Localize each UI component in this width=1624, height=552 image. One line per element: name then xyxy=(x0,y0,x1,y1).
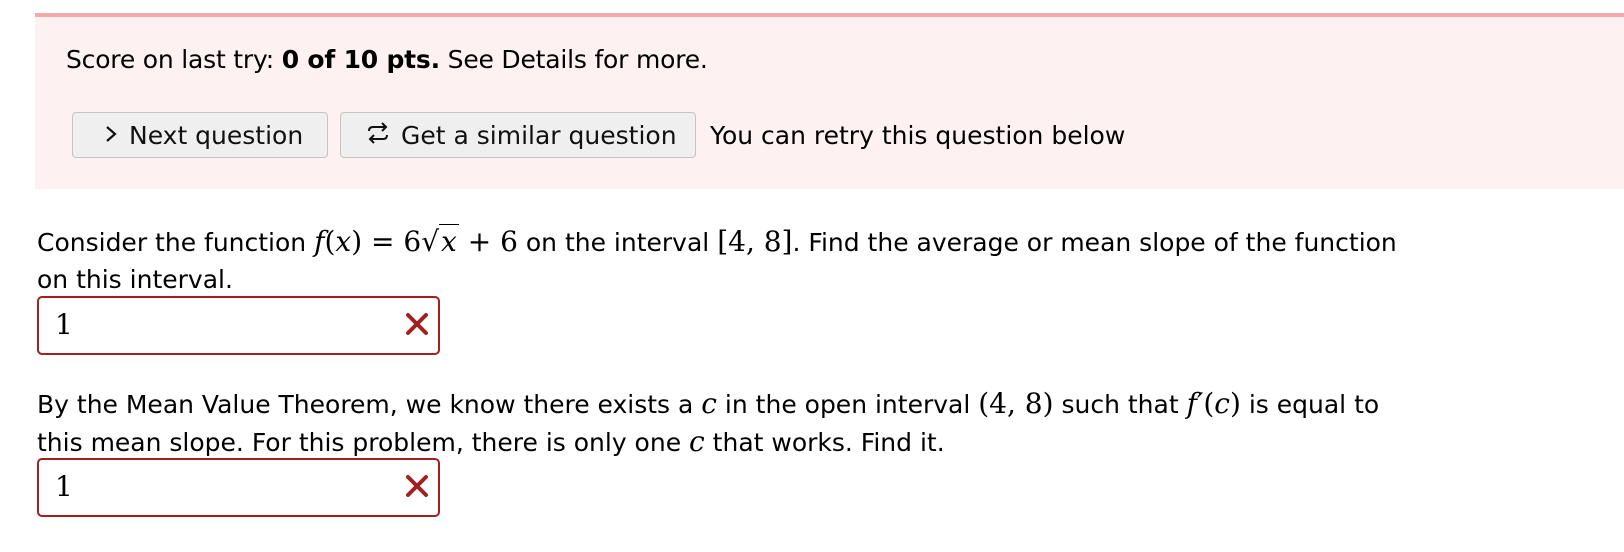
function-expression: f(x) = 6√x + 6 xyxy=(314,224,518,258)
next-question-button[interactable]: Next question xyxy=(72,112,328,158)
answer-value-2: 1 xyxy=(55,470,73,503)
answer-value-1: 1 xyxy=(55,308,73,341)
incorrect-icon xyxy=(404,473,430,499)
answer-input-2[interactable]: 1 xyxy=(37,458,440,517)
retry-icon xyxy=(365,121,391,149)
retry-note: You can retry this question below xyxy=(710,121,1126,150)
score-value: 0 of 10 pts. xyxy=(281,45,440,74)
question-2-text: By the Mean Value Theorem, we know there… xyxy=(37,387,1380,458)
score-summary: Score on last try: 0 of 10 pts. See Deta… xyxy=(66,45,708,74)
similar-question-button[interactable]: Get a similar question xyxy=(340,112,696,158)
similar-question-label: Get a similar question xyxy=(401,120,677,150)
interval-closed: [4, 8] xyxy=(717,225,793,258)
question-1-text: Consider the function f(x) = 6√x + 6 on … xyxy=(37,224,1397,294)
next-question-label: Next question xyxy=(129,120,304,150)
chevron-right-icon xyxy=(103,123,119,147)
derivative-expression: f′(c) xyxy=(1186,387,1241,420)
incorrect-icon xyxy=(404,311,430,337)
answer-input-1[interactable]: 1 xyxy=(37,296,440,355)
score-banner: Score on last try: 0 of 10 pts. See Deta… xyxy=(35,13,1624,189)
interval-open: (4, 8) xyxy=(978,387,1054,420)
